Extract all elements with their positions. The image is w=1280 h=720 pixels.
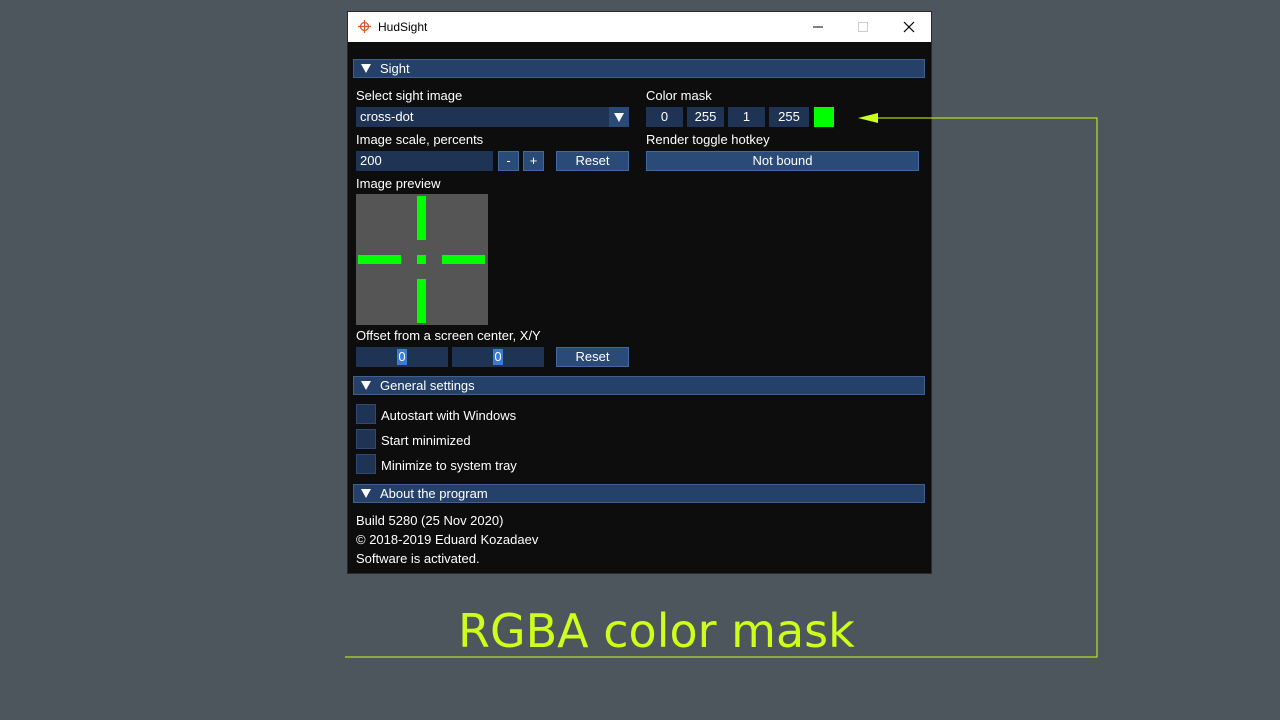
annotation-caption: RGBA color mask — [458, 604, 855, 658]
pointer-arrowhead-icon — [858, 113, 878, 123]
